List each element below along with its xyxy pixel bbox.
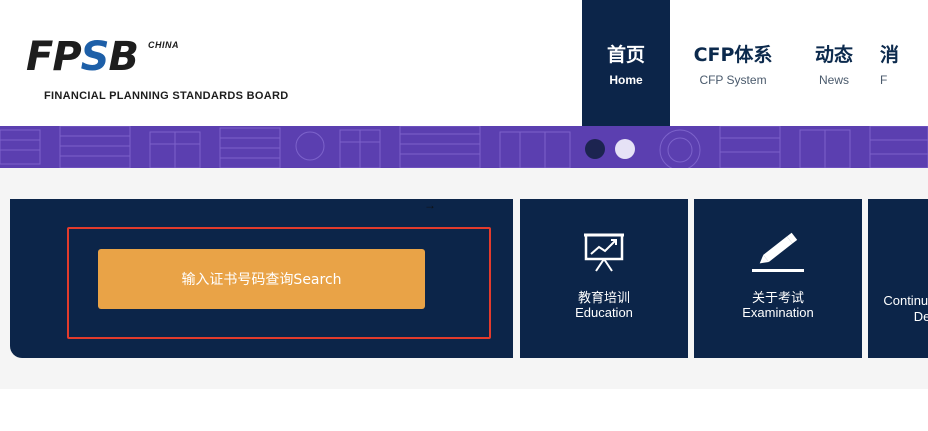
nav-item-home[interactable]: 首页 Home [582, 0, 670, 126]
tile-examination[interactable]: 关于考试 Examination [694, 199, 862, 358]
nav-item-news[interactable]: 动态 News [796, 0, 872, 126]
logo-country: CHINA [148, 40, 179, 50]
nav-item-label: 动态 [814, 43, 853, 66]
carousel-dot-2[interactable] [615, 139, 635, 159]
banner-carousel [0, 126, 928, 168]
main-nav: 首页 Home CFP体系 CFP System 动态 News 消 F [582, 0, 928, 126]
certificate-icon [868, 217, 928, 263]
presentation-chart-icon [520, 229, 688, 275]
nav-item-label: CFP体系 [693, 43, 773, 66]
nav-item-sublabel: CFP System [699, 72, 767, 87]
tile-label-en: Continuing Professional Development [883, 293, 928, 324]
nav-item-label: 消 [880, 43, 900, 66]
nav-item-label: 首页 [606, 43, 645, 66]
banner-pattern [0, 126, 928, 168]
nav-item-partial[interactable]: 消 F [872, 0, 928, 126]
arrow-icon: → [424, 198, 436, 212]
nav-item-cfp-system[interactable]: CFP体系 CFP System [670, 0, 796, 126]
tile-continuing-development[interactable]: 继 Continuing Professional Development [868, 199, 928, 358]
nav-item-sublabel: Home [609, 72, 643, 87]
carousel-dot-1[interactable] [585, 139, 605, 159]
certificate-search-button[interactable]: 输入证书号码查询Search [98, 249, 425, 309]
tile-label-cn: 继 [868, 275, 928, 294]
logo-wordmark: FPSB [26, 34, 139, 80]
tile-label-en: Education [575, 305, 633, 320]
tile-education[interactable]: 教育培训 Education [520, 199, 688, 358]
tile-label-cn: 教育培训 [577, 291, 630, 306]
nav-item-sublabel: News [818, 72, 849, 87]
nav-item-sublabel: F [880, 72, 888, 87]
tile-label-cn: 关于考试 [751, 291, 804, 306]
tile-label-en: Examination [742, 305, 814, 320]
pen-icon [694, 229, 862, 275]
logo-full-name: FINANCIAL PLANNING STANDARDS BOARD [44, 90, 289, 102]
fpsb-logo[interactable]: FPSB CHINA FINANCIAL PLANNING STANDARDS … [26, 28, 306, 108]
site-header: FPSB CHINA FINANCIAL PLANNING STANDARDS … [0, 0, 928, 126]
